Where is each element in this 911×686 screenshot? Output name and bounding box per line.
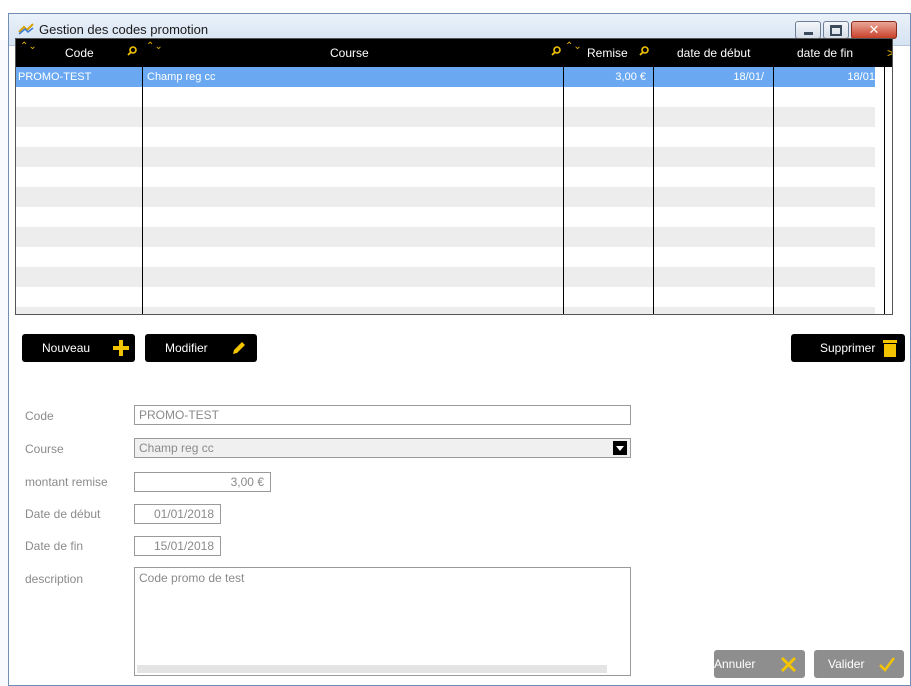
table-row[interactable] — [16, 187, 875, 207]
date-fin-label: Date de fin — [25, 539, 84, 553]
column-divider — [773, 67, 774, 314]
column-header-course[interactable]: ⌃⌄ Course — [142, 39, 563, 67]
column-divider — [884, 67, 885, 314]
table-row[interactable] — [16, 107, 875, 127]
supprimer-button[interactable]: Supprimer — [791, 334, 905, 362]
cell-code: PROMO-TEST — [18, 71, 92, 83]
table-row[interactable] — [16, 207, 875, 227]
column-header-remise[interactable]: ⌃⌄ Remise — [563, 39, 653, 67]
course-select-value: Champ reg cc — [139, 441, 214, 455]
table-row[interactable] — [16, 247, 875, 267]
top-margin — [0, 0, 911, 13]
course-label: Course — [25, 442, 64, 456]
close-icon: ✕ — [868, 22, 880, 38]
modifier-button[interactable]: Modifier — [145, 334, 257, 362]
table-row[interactable]: PROMO-TEST Champ reg cc 3,00 € 18/01/ 18… — [16, 67, 878, 87]
minimize-icon — [803, 31, 813, 35]
cell-date-debut: 18/01/ — [733, 71, 764, 83]
description-textarea[interactable]: Code promo de test — [134, 567, 631, 676]
description-label: description — [25, 572, 84, 586]
cell-date-fin: 18/01/ — [847, 71, 878, 83]
window-title: Gestion des codes promotion — [39, 22, 209, 37]
date-fin-field[interactable]: 15/01/2018 — [134, 536, 221, 556]
sort-icon[interactable]: ⌃⌄ — [20, 39, 37, 61]
table-row[interactable] — [16, 147, 875, 167]
table-row[interactable] — [16, 167, 875, 187]
sort-icon[interactable]: ⌃⌄ — [146, 39, 163, 61]
montant-label: montant remise — [25, 475, 108, 489]
course-select[interactable]: Champ reg cc — [134, 438, 631, 458]
maximize-button[interactable] — [823, 21, 849, 39]
cell-course: Champ reg cc — [147, 71, 216, 83]
chevron-down-icon[interactable] — [613, 441, 627, 455]
annuler-button[interactable]: Annuler — [714, 650, 805, 678]
valider-button[interactable]: Valider — [814, 650, 904, 678]
montant-field[interactable]: 3,00 € — [134, 472, 271, 492]
search-icon[interactable] — [127, 46, 137, 56]
code-label: Code — [25, 409, 54, 423]
app-logo-icon — [18, 23, 34, 35]
scroll-right-icon[interactable]: > — [884, 39, 892, 67]
horizontal-scrollbar[interactable] — [137, 665, 607, 673]
table-row[interactable] — [16, 287, 875, 307]
table-header: ⌃⌄ Code ⌃⌄ Course ⌃⌄ Remise date de débu… — [16, 39, 892, 67]
cell-remise: 3,00 € — [615, 71, 646, 83]
code-field[interactable]: PROMO-TEST — [134, 405, 631, 425]
sort-icon[interactable]: ⌃⌄ — [565, 39, 582, 61]
minimize-button[interactable] — [795, 21, 821, 39]
left-border — [0, 40, 8, 686]
nouveau-button[interactable]: Nouveau — [22, 334, 135, 362]
check-icon — [879, 657, 895, 672]
description-value: Code promo de test — [139, 571, 245, 585]
column-divider — [563, 67, 564, 314]
table-row[interactable] — [16, 227, 875, 247]
column-divider — [142, 67, 143, 314]
table-row[interactable] — [16, 127, 875, 147]
column-header-date-fin[interactable]: date de fin — [773, 39, 884, 67]
date-debut-field[interactable]: 01/01/2018 — [134, 504, 221, 524]
promo-codes-table[interactable]: ⌃⌄ Code ⌃⌄ Course ⌃⌄ Remise date de débu… — [15, 38, 893, 315]
column-divider — [653, 67, 654, 314]
close-button[interactable]: ✕ — [851, 21, 897, 39]
cancel-x-icon — [780, 656, 797, 673]
pencil-icon — [233, 342, 245, 354]
table-row[interactable] — [16, 87, 875, 107]
search-icon[interactable] — [639, 46, 649, 56]
maximize-icon — [830, 24, 842, 36]
search-icon[interactable] — [551, 46, 561, 56]
date-debut-label: Date de début — [25, 507, 101, 521]
plus-icon — [113, 340, 129, 356]
table-row[interactable] — [16, 267, 875, 287]
table-row[interactable] — [16, 307, 875, 314]
trash-icon — [883, 340, 897, 357]
column-header-date-debut[interactable]: date de début — [653, 39, 773, 67]
column-header-code[interactable]: ⌃⌄ Code — [16, 39, 142, 67]
